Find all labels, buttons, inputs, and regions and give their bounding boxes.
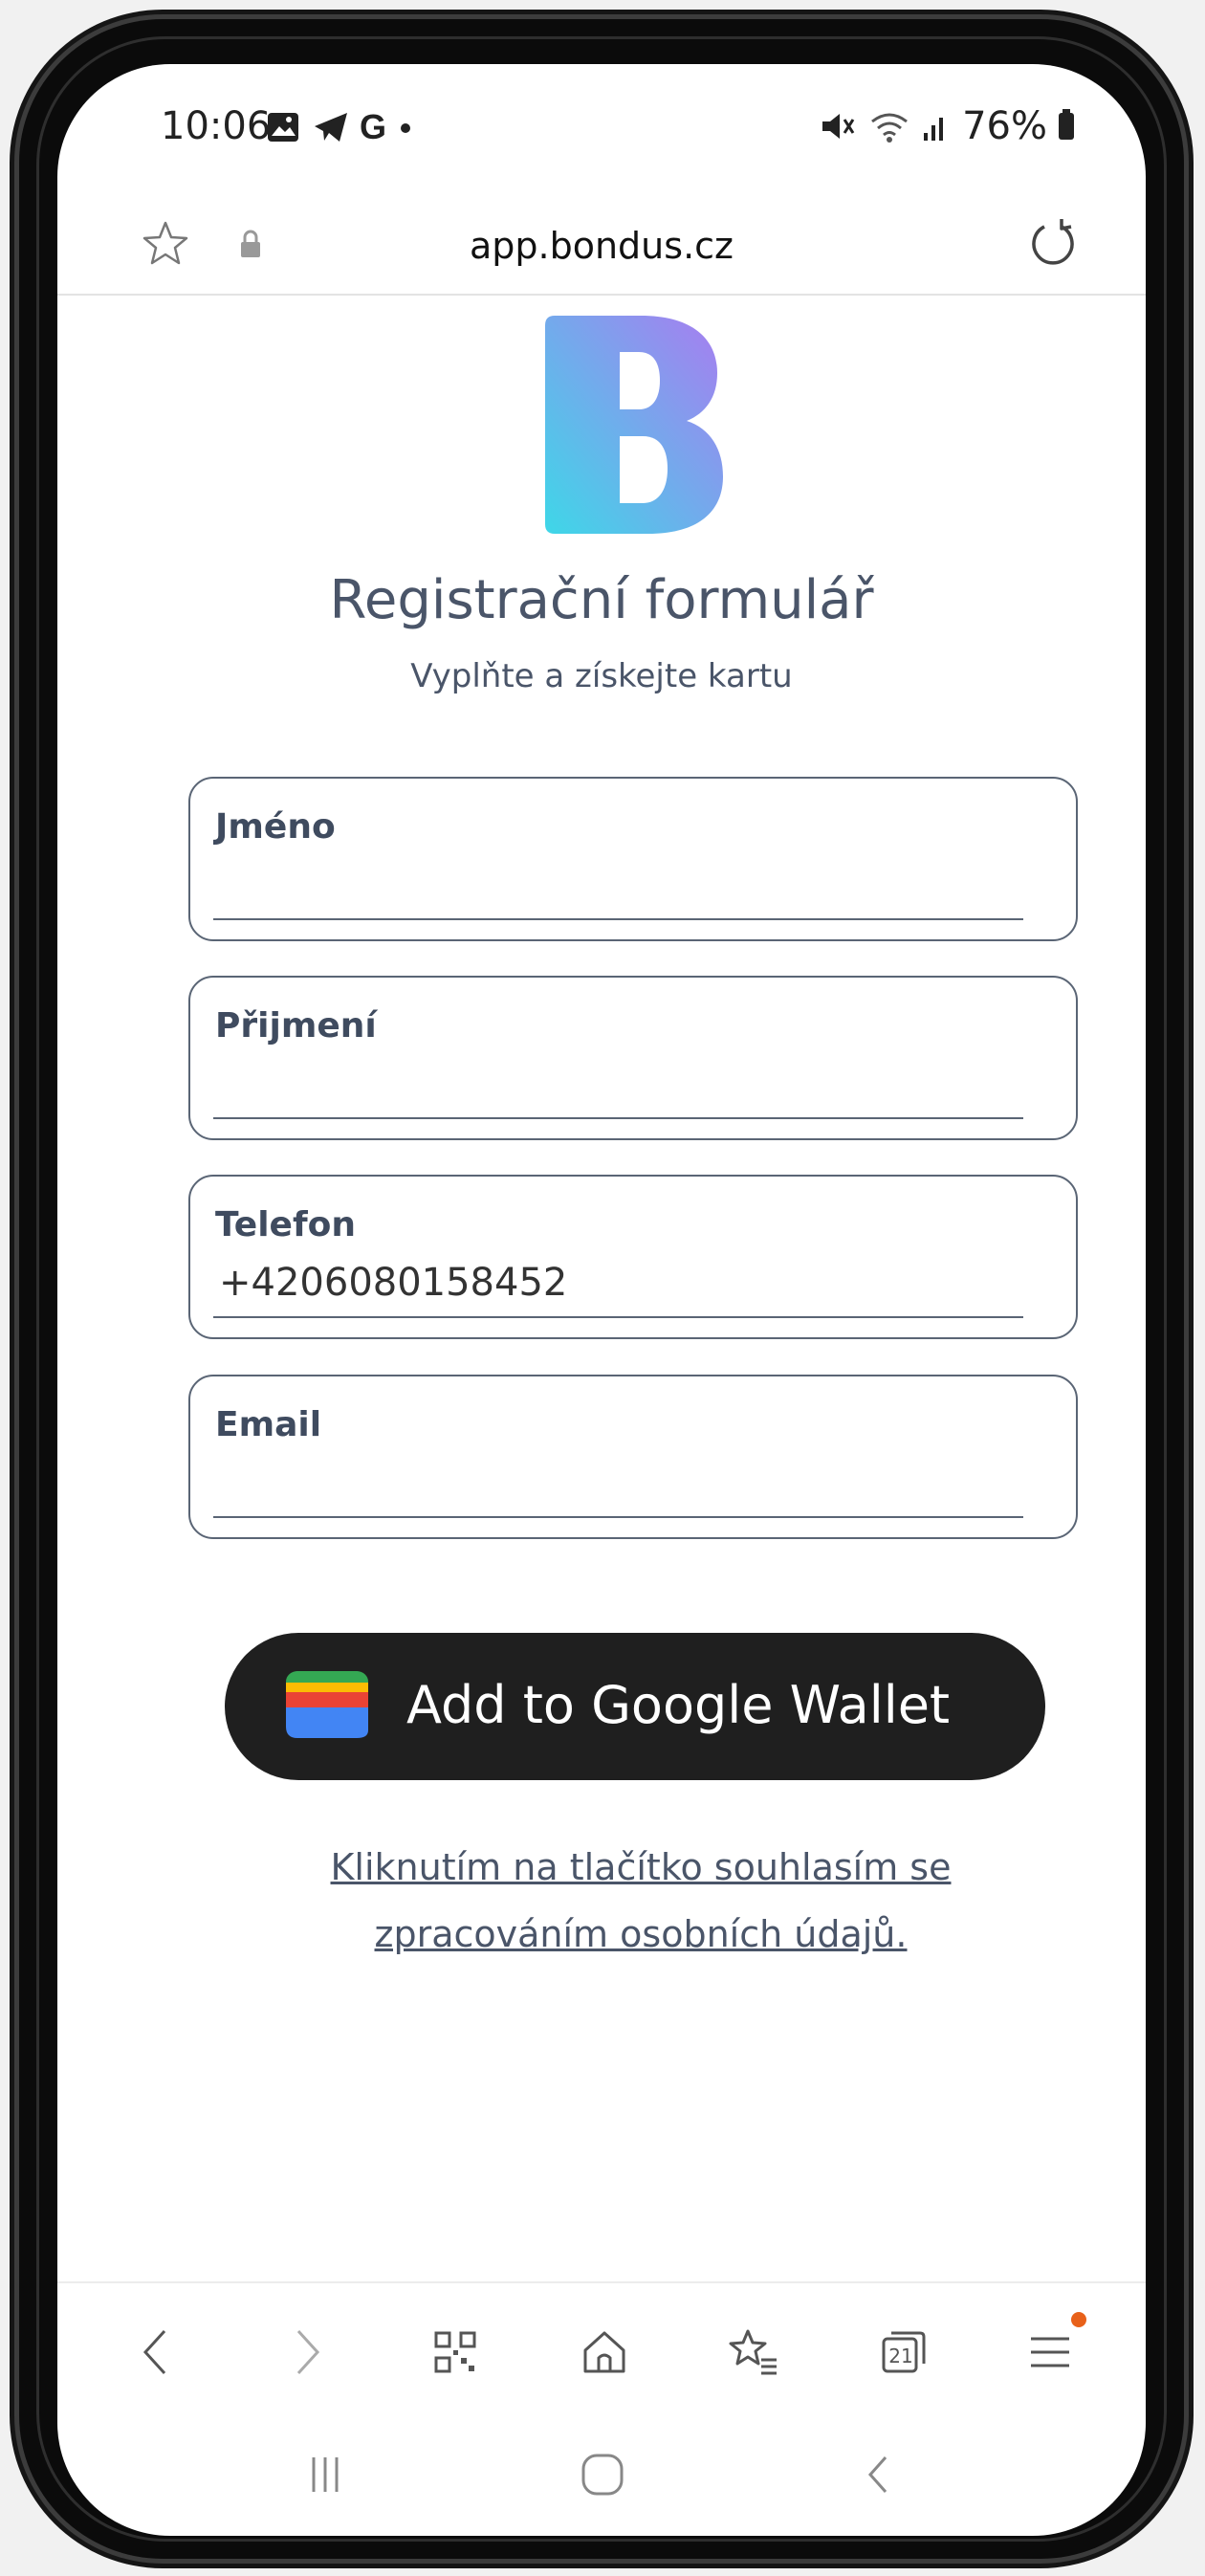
forward-icon[interactable] <box>275 2322 337 2383</box>
bondus-logo <box>545 316 723 534</box>
home-icon[interactable] <box>574 2322 635 2383</box>
tabs-button[interactable]: 21 <box>872 2322 933 2383</box>
phone-input[interactable]: +4206080158452 <box>219 1261 567 1305</box>
reload-icon[interactable] <box>1023 215 1081 273</box>
screen: 10:06 G 76% app.bondus.cz Registrační fo… <box>57 64 1146 2536</box>
last-name-field[interactable]: Přijmení <box>188 976 1078 1140</box>
field-underline <box>213 1316 1023 1318</box>
battery-level: 76% <box>962 104 1047 148</box>
back-icon[interactable] <box>126 2322 187 2383</box>
browser-address-bar: app.bondus.cz <box>57 198 1146 296</box>
field-label: Jméno <box>215 807 336 847</box>
telegram-icon <box>315 113 347 142</box>
status-time: 10:06 <box>161 104 272 148</box>
status-notification-icons: G <box>266 104 415 150</box>
battery-icon <box>1059 109 1074 140</box>
signal-icon <box>924 118 944 141</box>
consent-line-2[interactable]: zpracováním osobních údajů. <box>230 1901 1052 1968</box>
field-label: Telefon <box>215 1205 356 1244</box>
recent-apps-icon[interactable] <box>296 2446 354 2503</box>
add-to-google-wallet-button[interactable]: Add to Google Wallet <box>225 1633 1045 1780</box>
mute-icon <box>822 114 855 139</box>
phone-field[interactable]: Telefon +4206080158452 <box>188 1175 1078 1339</box>
system-navigation-bar <box>57 2417 1146 2536</box>
dot-icon <box>401 123 411 133</box>
wallet-button-label: Add to Google Wallet <box>406 1675 951 1735</box>
bookmarks-icon[interactable] <box>723 2322 784 2383</box>
page-title: Registrační formulář <box>329 569 874 631</box>
google-wallet-icon <box>286 1671 368 1738</box>
field-underline <box>213 918 1023 920</box>
first-name-field[interactable]: Jméno <box>188 777 1078 941</box>
field-underline <box>213 1117 1023 1119</box>
tabs-count: 21 <box>888 2345 913 2367</box>
phone-frame: 10:06 G 76% app.bondus.cz Registrační fo… <box>19 19 1184 2559</box>
email-field[interactable]: Email <box>188 1375 1078 1539</box>
image-notification-icon <box>268 113 298 142</box>
browser-toolbar: 21 <box>57 2281 1146 2417</box>
field-label: Email <box>215 1405 322 1444</box>
wifi-icon <box>871 113 909 143</box>
qr-code-icon[interactable] <box>425 2322 486 2383</box>
url-text[interactable]: app.bondus.cz <box>57 225 1146 267</box>
status-bar: 10:06 G 76% <box>57 64 1146 150</box>
menu-icon <box>1031 2337 1069 2367</box>
notification-dot <box>1071 2312 1086 2327</box>
consent-line-1[interactable]: Kliknutím na tlačítko souhlasím se <box>230 1834 1052 1901</box>
consent-link[interactable]: Kliknutím na tlačítko souhlasím se zprac… <box>230 1834 1052 1968</box>
google-icon: G <box>360 107 387 146</box>
page-subtitle: Vyplňte a získejte kartu <box>410 657 793 695</box>
system-back-icon[interactable] <box>851 2446 909 2503</box>
home-button-icon[interactable] <box>574 2446 631 2503</box>
field-label: Přijmení <box>215 1006 377 1046</box>
field-underline <box>213 1516 1023 1518</box>
status-system-icons: 76% <box>819 104 1074 148</box>
menu-button[interactable] <box>1019 2312 1086 2383</box>
